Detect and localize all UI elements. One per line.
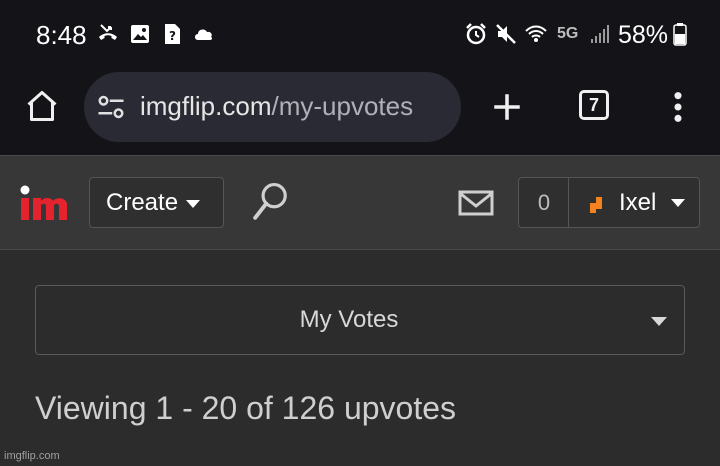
home-icon[interactable] <box>24 88 60 124</box>
unknown-file-icon: ? <box>165 24 180 44</box>
browser-toolbar: imgflip.com/my-upvotes 7 <box>0 70 720 155</box>
network-type: 5G <box>557 25 579 42</box>
url-domain: imgflip.com <box>140 91 272 121</box>
new-tab-icon[interactable] <box>490 90 524 124</box>
search-icon[interactable] <box>252 181 290 223</box>
alarm-icon <box>466 23 486 45</box>
username: Ixel <box>619 189 657 216</box>
battery-icon <box>673 23 687 46</box>
user-menu-button[interactable]: Ixel <box>568 177 700 228</box>
status-time: 8:48 <box>36 20 87 50</box>
missed-call-icon <box>99 24 117 40</box>
more-options-icon[interactable] <box>664 90 692 124</box>
mail-icon[interactable] <box>458 190 494 216</box>
create-label: Create <box>106 189 179 216</box>
notification-count[interactable]: 0 <box>518 177 569 228</box>
chevron-down-icon <box>186 199 201 208</box>
site-settings-icon[interactable] <box>96 92 126 122</box>
signal-icon <box>591 25 609 43</box>
mute-icon <box>496 24 516 44</box>
votes-filter-select[interactable]: My Votes <box>35 285 685 355</box>
tab-switcher-button[interactable]: 7 <box>579 90 609 120</box>
gallery-icon <box>131 25 149 43</box>
chevron-down-icon <box>651 317 667 326</box>
select-value: My Votes <box>299 306 399 333</box>
user-avatar <box>590 197 602 213</box>
site-header: Create 0 Ixel <box>0 155 720 250</box>
url-path: /my-upvotes <box>271 91 414 121</box>
url-text[interactable]: imgflip.com/my-upvotes <box>140 88 413 124</box>
main-content: My Votes Viewing 1 - 20 of 126 upvotes <box>0 250 720 466</box>
status-bar: 8:48 ? 5G 58% <box>0 0 720 70</box>
svg-text:?: ? <box>169 29 176 43</box>
imgflip-logo[interactable] <box>18 184 70 224</box>
create-button[interactable]: Create <box>89 177 224 228</box>
results-count-text: Viewing 1 - 20 of 126 upvotes <box>35 390 457 426</box>
wifi-icon <box>525 25 547 42</box>
chevron-down-icon <box>671 199 685 207</box>
cloud-icon <box>195 29 213 40</box>
battery-percent: 58% <box>618 21 669 49</box>
watermark: imgflip.com <box>4 450 60 462</box>
